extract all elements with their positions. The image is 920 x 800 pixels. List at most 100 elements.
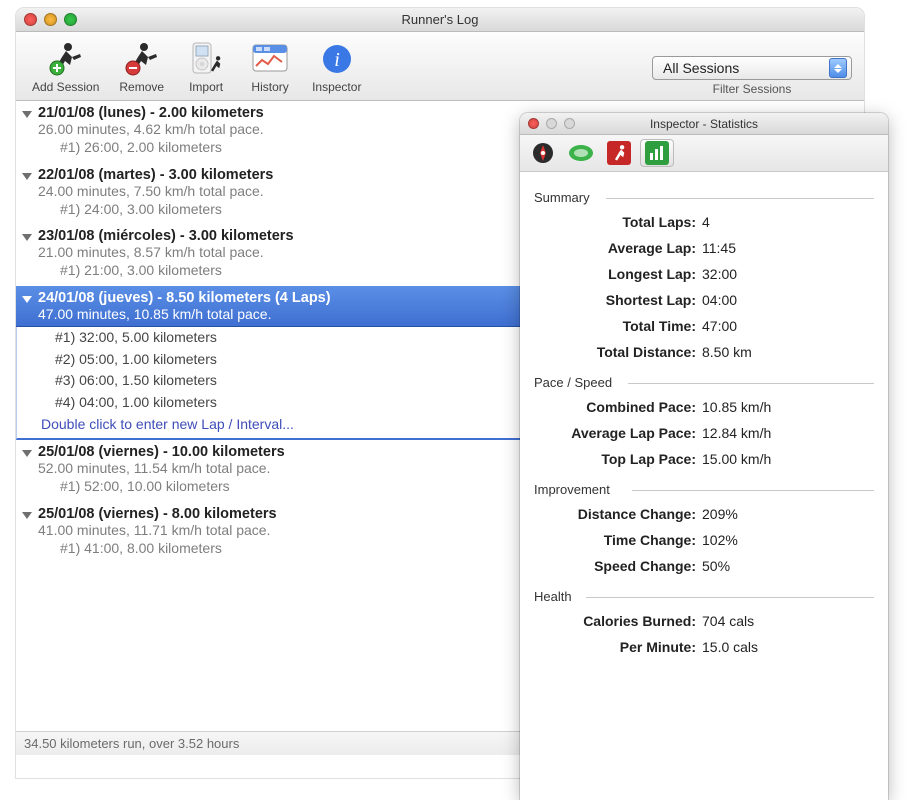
stat-row: Total Laps:4 — [534, 209, 874, 235]
inspector-panel: Inspector - Statistics Summary Total Lap… — [520, 113, 888, 800]
stat-row: Time Change:102% — [534, 527, 874, 553]
main-titlebar[interactable]: Runner's Log — [16, 8, 864, 32]
stat-label: Longest Lap: — [534, 266, 702, 282]
group-improvement: Improvement — [534, 482, 874, 497]
stat-label: Average Lap: — [534, 240, 702, 256]
stat-row: Average Lap:11:45 — [534, 235, 874, 261]
stat-value: 47:00 — [702, 318, 737, 334]
stat-label: Total Laps: — [534, 214, 702, 230]
stat-value: 209% — [702, 506, 738, 522]
stat-row: Combined Pace:10.85 km/h — [534, 394, 874, 420]
session-title: 24/01/08 (jueves) - 8.50 kilometers (4 L… — [38, 290, 331, 306]
toolbar-label: Remove — [119, 80, 164, 94]
stat-label: Time Change: — [534, 532, 702, 548]
stat-row: Shortest Lap:04:00 — [534, 287, 874, 313]
filter-select[interactable]: All Sessions — [652, 56, 852, 80]
close-icon[interactable] — [528, 118, 539, 129]
session-title: 25/01/08 (viernes) - 10.00 kilometers — [38, 444, 285, 460]
stat-row: Speed Change:50% — [534, 553, 874, 579]
disclosure-triangle-icon[interactable] — [22, 512, 32, 519]
stat-row: Average Lap Pace:12.84 km/h — [534, 420, 874, 446]
traffic-lights — [528, 118, 575, 129]
stat-value: 04:00 — [702, 292, 737, 308]
session-subtitle: 47.00 minutes, 10.85 km/h total pace. — [38, 306, 331, 322]
import-button[interactable]: Import — [176, 38, 236, 96]
stat-value: 102% — [702, 532, 738, 548]
stat-label: Total Time: — [534, 318, 702, 334]
session-subtitle: 52.00 minutes, 11.54 km/h total pace. — [38, 460, 285, 476]
toolbar-label: History — [251, 80, 288, 94]
inspector-titlebar[interactable]: Inspector - Statistics — [520, 113, 888, 135]
group-summary: Summary — [534, 190, 874, 205]
stat-row: Total Distance:8.50 km — [534, 339, 874, 365]
disclosure-triangle-icon[interactable] — [22, 234, 32, 241]
filter-sessions: All Sessions Filter Sessions — [652, 56, 852, 96]
stats-tab-icon[interactable] — [640, 139, 674, 167]
traffic-lights — [24, 13, 77, 26]
session-subtitle: 24.00 minutes, 7.50 km/h total pace. — [38, 183, 273, 199]
stat-value: 15.0 cals — [702, 639, 758, 655]
stat-label: Combined Pace: — [534, 399, 702, 415]
session-subtitle: 41.00 minutes, 11.71 km/h total pace. — [38, 522, 277, 538]
ipod-icon — [184, 40, 228, 78]
inspector-button[interactable]: i Inspector — [304, 38, 369, 96]
stat-value: 10.85 km/h — [702, 399, 771, 415]
stat-value: 4 — [702, 214, 710, 230]
svg-text:i: i — [334, 49, 340, 71]
filter-label: Filter Sessions — [713, 82, 792, 96]
stat-value: 50% — [702, 558, 730, 574]
stat-label: Top Lap Pace: — [534, 451, 702, 467]
toolbar-label: Import — [189, 80, 223, 94]
stat-label: Calories Burned: — [534, 613, 702, 629]
stat-value: 704 cals — [702, 613, 754, 629]
stat-value: 32:00 — [702, 266, 737, 282]
session-subtitle: 26.00 minutes, 4.62 km/h total pace. — [38, 121, 264, 137]
disclosure-triangle-icon[interactable] — [22, 111, 32, 118]
remove-button[interactable]: Remove — [111, 38, 172, 96]
stat-label: Per Minute: — [534, 639, 702, 655]
runner-add-icon — [44, 40, 88, 78]
minimize-icon — [546, 118, 557, 129]
stat-row: Per Minute:15.0 cals — [534, 634, 874, 660]
inspector-title: Inspector - Statistics — [520, 117, 888, 131]
disclosure-triangle-icon[interactable] — [22, 296, 32, 303]
minimize-icon[interactable] — [44, 13, 57, 26]
runner-tab-icon[interactable] — [602, 139, 636, 167]
history-button[interactable]: History — [240, 38, 300, 96]
stat-label: Average Lap Pace: — [534, 425, 702, 441]
group-pace: Pace / Speed — [534, 375, 874, 390]
session-title: 22/01/08 (martes) - 3.00 kilometers — [38, 167, 273, 183]
session-title: 23/01/08 (miércoles) - 3.00 kilometers — [38, 228, 294, 244]
session-title: 21/01/08 (lunes) - 2.00 kilometers — [38, 105, 264, 121]
toolbar-label: Add Session — [32, 80, 99, 94]
info-icon: i — [315, 40, 359, 78]
zoom-icon[interactable] — [64, 13, 77, 26]
toolbar-label: Inspector — [312, 80, 361, 94]
compass-tab-icon[interactable] — [526, 139, 560, 167]
group-health: Health — [534, 589, 874, 604]
add-session-button[interactable]: Add Session — [24, 38, 107, 96]
stat-row: Total Time:47:00 — [534, 313, 874, 339]
close-icon[interactable] — [24, 13, 37, 26]
stat-row: Longest Lap:32:00 — [534, 261, 874, 287]
stat-label: Total Distance: — [534, 344, 702, 360]
stat-label: Distance Change: — [534, 506, 702, 522]
select-arrows-icon — [829, 58, 847, 78]
stat-value: 8.50 km — [702, 344, 752, 360]
stat-row: Distance Change:209% — [534, 501, 874, 527]
toolbar: Add Session Remove Import — [16, 32, 864, 101]
sensor-tab-icon[interactable] — [564, 139, 598, 167]
stat-value: 11:45 — [702, 240, 736, 256]
stat-value: 15.00 km/h — [702, 451, 771, 467]
window-title: Runner's Log — [16, 12, 864, 27]
disclosure-triangle-icon[interactable] — [22, 173, 32, 180]
stat-value: 12.84 km/h — [702, 425, 771, 441]
stat-row: Calories Burned:704 cals — [534, 608, 874, 634]
disclosure-triangle-icon[interactable] — [22, 450, 32, 457]
session-title: 25/01/08 (viernes) - 8.00 kilometers — [38, 506, 277, 522]
session-subtitle: 21.00 minutes, 8.57 km/h total pace. — [38, 244, 294, 260]
status-text: 34.50 kilometers run, over 3.52 hours — [24, 736, 239, 751]
inspector-tabs — [520, 135, 888, 172]
stat-label: Shortest Lap: — [534, 292, 702, 308]
runner-remove-icon — [120, 40, 164, 78]
